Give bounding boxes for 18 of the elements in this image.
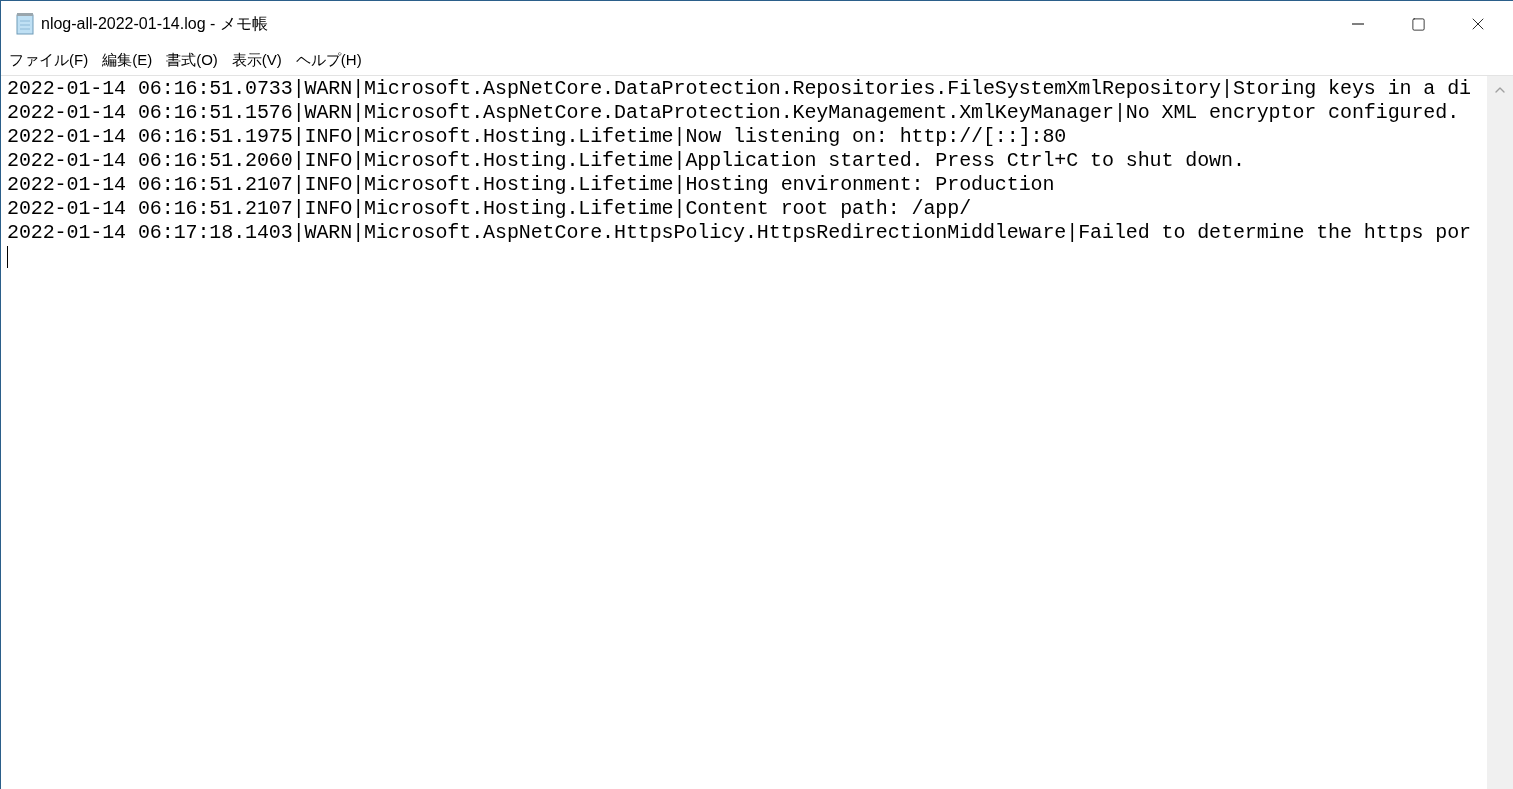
maximize-icon	[1410, 16, 1426, 32]
notepad-icon	[15, 13, 35, 35]
menu-item[interactable]: 編集(E)	[98, 48, 157, 72]
log-line: 2022-01-14 06:16:51.1576|WARN|Microsoft.AspNetCore.DataProtection.KeyManagement.XmlKeyManager|No XML encryptor configured.	[7, 101, 1460, 125]
menu-item[interactable]: ヘルプ(H)	[291, 48, 366, 72]
menu-item[interactable]: 書式(O)	[162, 48, 222, 72]
window-title: nlog-all-2022-01-14.log - メモ帳	[41, 14, 268, 34]
minimize-icon	[1352, 23, 1364, 25]
log-line: 2022-01-14 06:16:51.1975|INFO|Microsoft.Hosting.Lifetime|Now listening on: http://[::]:80	[7, 125, 1067, 149]
log-line: 2022-01-14 06:16:51.0733|WARN|Microsoft.AspNetCore.DataProtection.Repositories.FileSystemXmlRepository|Storing keys in a di	[7, 77, 1471, 101]
menu-item[interactable]: ファイル(F)	[5, 48, 93, 72]
menu-item[interactable]: 表示(V)	[227, 48, 286, 72]
vertical-scrollbar[interactable]	[1487, 76, 1513, 789]
log-line: 2022-01-14 06:17:18.1403|WARN|Microsoft.AspNetCore.HttpsPolicy.HttpsRedirectionMiddleware|Failed to determine the https por	[7, 221, 1471, 245]
log-line: 2022-01-14 06:16:51.2060|INFO|Microsoft.Hosting.Lifetime|Application started. Press Ctrl+C to shut down.	[7, 149, 1245, 173]
log-line: 2022-01-14 06:16:51.2107|INFO|Microsoft.Hosting.Lifetime|Hosting environment: Production	[7, 173, 1055, 197]
log-line: 2022-01-14 06:16:51.2107|INFO|Microsoft.Hosting.Lifetime|Content root path: /app/	[7, 197, 972, 221]
text-cursor	[7, 246, 8, 268]
